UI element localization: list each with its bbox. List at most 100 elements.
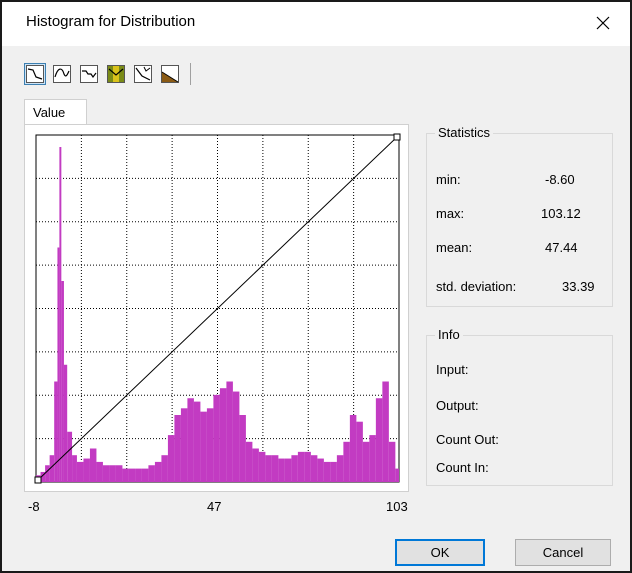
histogram-bar [304,451,311,482]
histogram-bar [63,364,68,482]
histogram-bar [83,458,90,482]
stat-min-value: -8.60 [545,172,575,187]
histogram-bar [388,441,396,482]
histogram-bar [135,468,142,482]
histogram-bar [349,415,357,482]
histogram-bar [115,465,123,482]
info-input-label: Input: [436,362,469,377]
scale-button[interactable] [159,63,181,85]
stat-mean-label: mean: [436,240,473,255]
curve-icon [26,65,44,83]
histogram-bar [200,411,207,482]
curve-button[interactable] [24,63,46,85]
info-title: Info [435,327,463,342]
stat-max-value: 103.12 [541,206,581,221]
histogram-bar [317,458,324,482]
smooth-curve-icon [53,65,71,83]
histogram-bar [284,458,292,482]
statistics-title: Statistics [435,125,494,140]
histogram-bar [174,415,181,482]
histogram-bar [102,465,110,482]
ok-button[interactable]: OK [395,539,485,566]
histogram-bar [310,455,318,482]
dialog-title: Histogram for Distribution [26,13,196,30]
histogram-bar [141,468,149,482]
histogram-bar [239,415,246,482]
histogram-bar [59,147,62,482]
linear-reset-button[interactable] [132,63,154,85]
histogram-bar [258,451,266,482]
histogram-bar [336,455,344,482]
histogram-bar [128,468,136,482]
histogram-bar [382,381,389,482]
title-bar: Histogram for Distribution [2,2,630,46]
histogram-bar [154,461,162,482]
histogram-bar [161,455,168,482]
histogram-bar [61,281,64,482]
info-output-label: Output: [436,398,479,413]
histogram-bar [362,441,370,482]
histogram-bar [213,394,220,482]
histogram-bar [343,441,350,482]
stat-min-label: min: [436,172,461,187]
stat-mean-value: 47.44 [545,240,578,255]
histogram-bar [57,247,60,482]
histogram-bar [278,458,285,482]
close-icon [596,16,610,30]
histogram-bar [291,455,298,482]
color-fill-icon [107,65,125,83]
histogram-bar [395,468,399,482]
x-label-max: 103 [386,499,408,514]
histogram-bar [375,398,383,482]
histogram-bar [54,381,58,482]
histogram-bar [330,461,337,482]
tab-value[interactable]: Value [24,99,87,125]
x-label-min: -8 [28,499,40,514]
cancel-button[interactable]: Cancel [515,539,611,566]
step-curve-button[interactable] [78,63,100,85]
statistics-group: Statistics min: -8.60 max: 103.12 mean: … [426,125,613,307]
histogram-bar [232,391,240,482]
histogram-bar [219,388,227,482]
histogram-bar [265,455,272,482]
color-fill-button[interactable] [105,63,127,85]
histogram-bar [206,408,214,482]
histogram-bar [76,461,84,482]
smooth-curve-button[interactable] [51,63,73,85]
info-count-in-label: Count In: [436,460,489,475]
x-label-mid: 47 [207,499,222,514]
histogram-bar [72,455,77,482]
histogram-bar [369,435,376,482]
control-point-end [393,133,401,141]
histogram-bar [109,465,116,482]
histogram-panel [24,124,409,492]
histogram-bar [187,398,194,482]
histogram-bar [297,451,305,482]
histogram-bar [96,461,103,482]
step-curve-icon [80,65,98,83]
stat-std-value: 33.39 [562,279,595,294]
scale-icon [161,65,179,83]
histogram-bar [148,465,155,482]
close-button[interactable] [586,8,620,38]
histogram-bar [356,421,363,482]
histogram-bar [89,448,97,482]
info-group: Info Input: Output: Count Out: Count In: [426,327,613,486]
histogram-chart[interactable] [25,125,408,491]
control-point-start [34,476,42,484]
histogram-dialog: Histogram for Distribution Value -8 47 1… [0,0,632,573]
histogram-bar [226,381,233,482]
histogram-bar [271,455,279,482]
toolbar [24,60,191,88]
toolbar-separator [190,63,191,85]
histogram-bar [180,408,188,482]
linear-reset-icon [134,65,152,83]
histogram-bar [67,431,73,482]
info-count-out-label: Count Out: [436,432,499,447]
histogram-bar [245,441,253,482]
histogram-bar [45,465,50,482]
histogram-bar [122,468,129,482]
stat-std-label: std. deviation: [436,279,517,294]
histogram-bar [193,401,201,482]
histogram-bar [323,461,331,482]
